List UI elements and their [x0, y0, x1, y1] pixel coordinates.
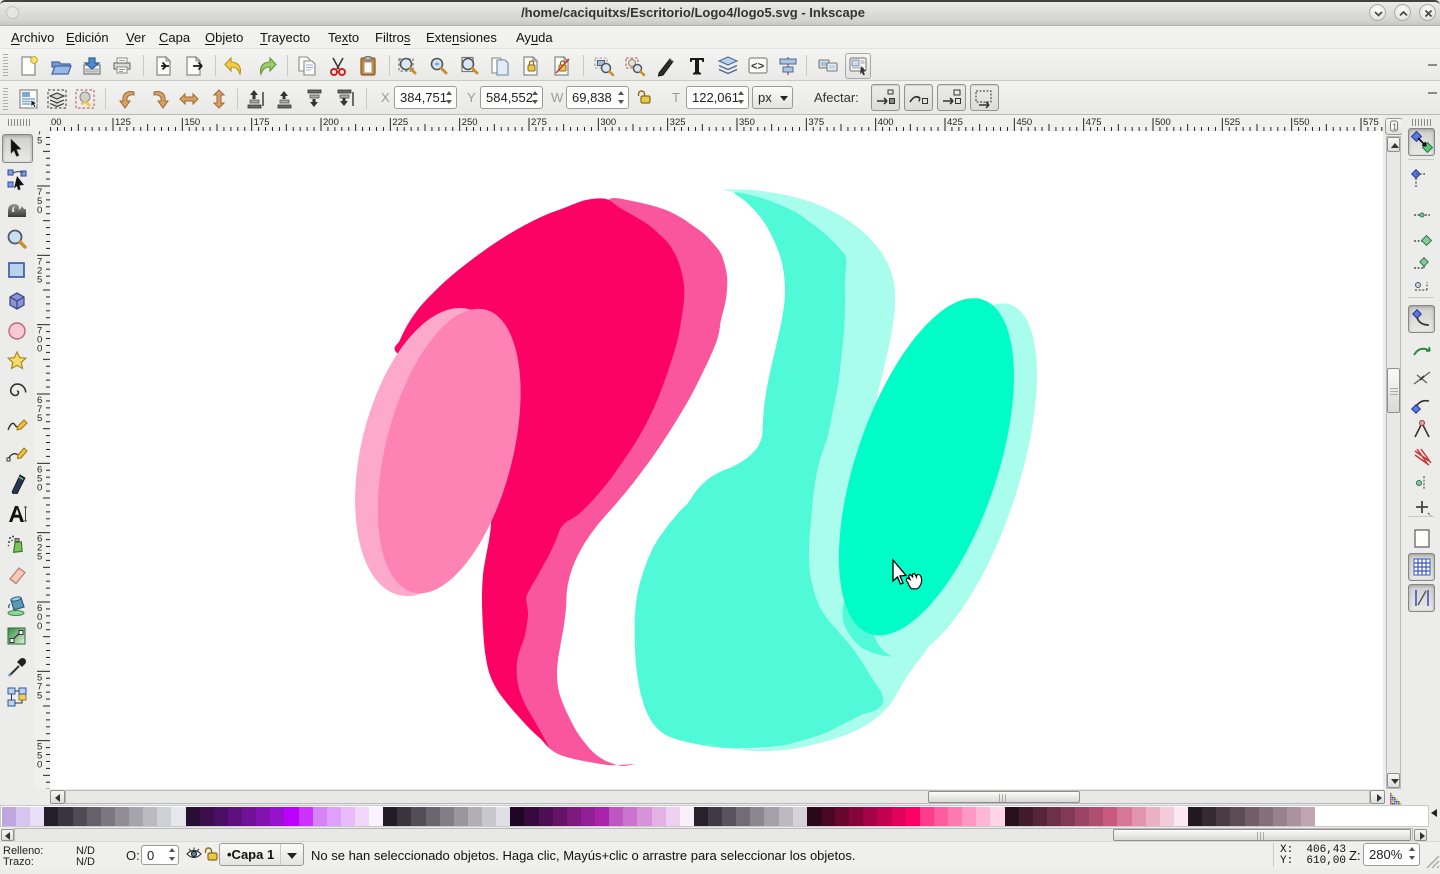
svg-text:5: 5: [37, 274, 42, 285]
svg-text:400: 400: [878, 117, 894, 128]
svg-text:1: 1: [1392, 122, 1397, 132]
svg-text:300: 300: [600, 117, 616, 128]
svg-text:475: 475: [1086, 117, 1102, 128]
svg-text:0: 0: [37, 344, 42, 355]
svg-text:0: 0: [37, 760, 42, 771]
svg-text:525: 525: [1224, 117, 1240, 128]
svg-text:375: 375: [808, 117, 824, 128]
svg-text:225: 225: [392, 117, 408, 128]
svg-text:125: 125: [115, 117, 131, 128]
svg-text:425: 425: [947, 117, 963, 128]
svg-text:500: 500: [1155, 117, 1171, 128]
svg-text:0: 0: [37, 205, 42, 216]
svg-text:575: 575: [1363, 117, 1379, 128]
svg-text:5: 5: [37, 690, 42, 701]
svg-text:325: 325: [670, 117, 686, 128]
svg-text:5: 5: [37, 413, 42, 424]
svg-text:5: 5: [37, 552, 42, 563]
svg-text:100: 100: [50, 117, 62, 128]
svg-text:<>: <>: [751, 62, 765, 74]
svg-text:450: 450: [1016, 117, 1032, 128]
svg-text:250: 250: [462, 117, 478, 128]
svg-text:5: 5: [37, 136, 42, 147]
svg-text:200: 200: [323, 117, 339, 128]
svg-text:350: 350: [739, 117, 755, 128]
svg-text:175: 175: [254, 117, 270, 128]
svg-text:0: 0: [37, 482, 42, 493]
svg-text:275: 275: [531, 117, 547, 128]
svg-text:0: 0: [37, 621, 42, 632]
svg-text:550: 550: [1294, 117, 1310, 128]
svg-text:150: 150: [184, 117, 200, 128]
